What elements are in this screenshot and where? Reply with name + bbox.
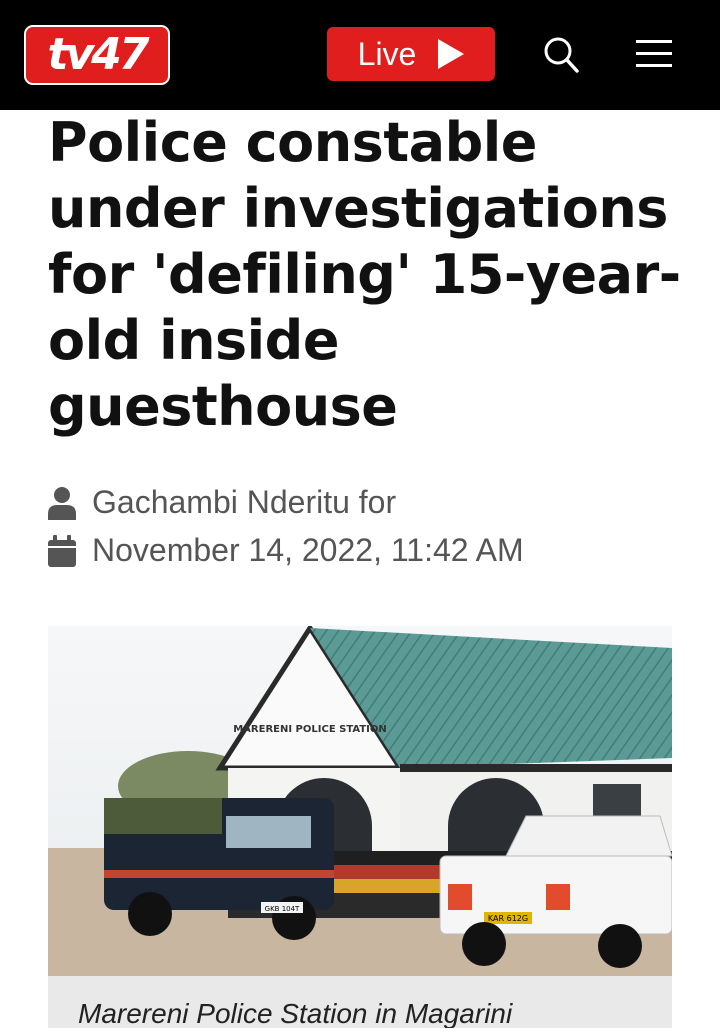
play-icon xyxy=(438,39,465,69)
hamburger-menu-icon[interactable] xyxy=(636,40,672,68)
calendar-icon xyxy=(48,534,76,567)
author-row: Gachambi Nderitu for xyxy=(48,484,396,521)
right-plate: KAR 612G xyxy=(488,914,528,923)
article-headline: Police constable under investigations fo… xyxy=(48,111,681,438)
logo-text: tv47 xyxy=(47,29,150,80)
user-icon xyxy=(48,486,76,520)
top-navigation-bar: tv47 Live xyxy=(0,0,720,110)
tv47-logo[interactable]: tv47 xyxy=(24,25,170,85)
police-station-photo[interactable]: MARERENI POLICE STATION GKB 104T KAR 612… xyxy=(48,626,672,976)
image-caption: Marereni Police Station in Magarini xyxy=(48,976,672,1028)
search-icon[interactable] xyxy=(540,34,580,74)
live-button[interactable]: Live xyxy=(327,27,495,81)
live-label: Live xyxy=(357,35,417,72)
article-author[interactable]: Gachambi Nderitu for xyxy=(92,484,396,521)
date-row: November 14, 2022, 11:42 AM xyxy=(48,532,524,569)
left-plate: GKB 104T xyxy=(265,905,300,913)
sign-text: MARERENI POLICE STATION xyxy=(233,724,387,735)
article-figure: MARERENI POLICE STATION GKB 104T KAR 612… xyxy=(48,626,672,1028)
publish-date: November 14, 2022, 11:42 AM xyxy=(92,532,524,568)
